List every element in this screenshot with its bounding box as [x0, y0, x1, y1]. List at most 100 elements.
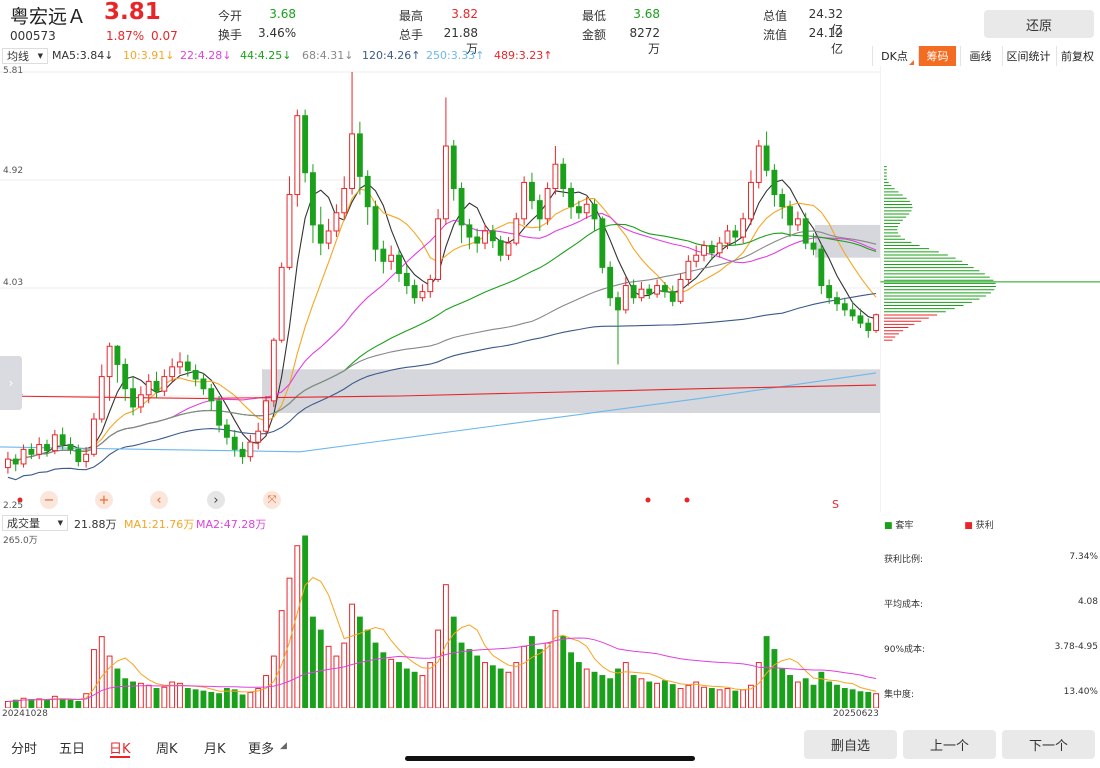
ma-selector[interactable]: 均线 ▼ [2, 48, 48, 64]
chips-button[interactable]: 筹码 [918, 46, 956, 66]
volume-bar [372, 642, 379, 708]
volume-bar [794, 681, 801, 708]
chip-stat-value: 4.08 [1077, 597, 1098, 607]
period-tab[interactable]: 日K [109, 738, 131, 757]
volume-bar [364, 629, 371, 708]
scroll-right-button[interactable]: › [207, 491, 225, 509]
chip-stat-row: 获利比例: 7.34% [884, 552, 1100, 565]
period-tab[interactable]: 分时 [11, 738, 37, 757]
period-tab[interactable]: 更多 [248, 738, 274, 757]
next-stock-button[interactable]: 下一个 [1002, 730, 1095, 759]
volume-bar [450, 616, 457, 708]
side-tab-handle[interactable]: › [0, 356, 22, 410]
change-amount: 0.07 [151, 29, 178, 43]
period-tab[interactable]: 周K [156, 738, 178, 757]
volume-bar [779, 668, 786, 708]
volume-bar [122, 678, 129, 708]
volume-bar [145, 684, 152, 708]
side-legend: ■ 套牢 ■ 获利 [884, 518, 994, 531]
candlestick-chart[interactable] [0, 66, 880, 512]
period-tab[interactable]: 月K [204, 738, 226, 757]
range-stats-button[interactable]: 区间统计 [1002, 46, 1054, 66]
remove-watchlist-button[interactable]: 删自选 [804, 730, 897, 759]
stat-label: 最高 [399, 9, 424, 23]
candle [599, 216, 606, 274]
volume-bar [482, 662, 488, 708]
volume-bar [411, 671, 418, 708]
volume-bar [192, 689, 199, 708]
candle [544, 182, 551, 225]
volume-bar [521, 645, 528, 708]
profit-legend-swatch: ■ [964, 521, 973, 531]
zoom-in-button[interactable]: + [95, 491, 113, 509]
volume-bar [857, 691, 864, 708]
profit-legend: 获利 [975, 521, 994, 531]
volume-bar [51, 695, 58, 708]
collapse-icon: ⤧ [267, 493, 277, 506]
chevron-right-icon: › [213, 492, 219, 508]
volume-bar [106, 655, 113, 708]
chevron-left-icon: ‹ [156, 492, 162, 508]
signal-dot [684, 497, 690, 503]
period-tab[interactable]: 五日 [59, 738, 85, 757]
candle [263, 396, 269, 435]
chart-background [0, 66, 880, 512]
volume-bar [513, 662, 520, 708]
stat-label: 今开 [218, 9, 243, 23]
stock-detail-screen: 粤宏远Ａ 3.81 000573 1.87% 0.07 今开 3.68 最高 3.82… [0, 0, 1100, 768]
ma-value: 44:4.25↓ [240, 49, 292, 62]
volume-bar [529, 636, 535, 708]
volume-bar [724, 688, 731, 708]
volume-bar [630, 675, 637, 708]
volume-bar [458, 642, 465, 708]
volume-bar [44, 699, 50, 708]
ma-value: 22:4.28↓ [180, 49, 232, 62]
corner-triangle-icon [909, 60, 914, 65]
current-price: 3.81 [104, 0, 161, 25]
scroll-left-button[interactable]: ‹ [150, 491, 168, 509]
volume-bar [677, 688, 684, 708]
stat-value: 3.68 [269, 7, 296, 21]
restore-button[interactable]: 还原 [984, 10, 1094, 38]
volume-selector[interactable]: 成交量 ▼ [2, 515, 68, 531]
volume-bar [607, 678, 614, 708]
volume-bar [419, 675, 426, 708]
volume-selector-label: 成交量 [7, 517, 40, 530]
previous-stock-button[interactable]: 上一个 [903, 730, 996, 759]
volume-chart[interactable] [0, 532, 880, 708]
chip-stat-row: 集中度: 13.40% [884, 687, 1100, 700]
stat-label: 流值 [763, 28, 788, 42]
draw-line-button[interactable]: 画线 [960, 46, 1000, 66]
volume-bar [28, 699, 35, 708]
stat-label: 总值 [763, 9, 788, 23]
volume-bar [497, 668, 504, 708]
chip-distribution [880, 66, 1100, 512]
volume-bar [536, 649, 543, 708]
volume-bar [701, 686, 707, 708]
stock-code: 000573 [10, 29, 56, 43]
volume-bar [67, 699, 74, 708]
volume-bar [583, 668, 590, 708]
caret-down-icon: ▼ [57, 519, 63, 527]
forward-adjust-button[interactable]: 前复权 [1056, 46, 1098, 66]
stat-value: 3.82 [451, 7, 478, 21]
sell-marker: S [832, 498, 839, 511]
volume-bar [333, 655, 340, 708]
volume-bar [302, 535, 309, 708]
trapped-legend: 套牢 [895, 521, 914, 531]
expand-corner-icon: ◢ [280, 741, 287, 751]
volume-bar [873, 693, 880, 708]
volume-bar [239, 694, 246, 708]
chip-stat-label: 90%成本: [884, 645, 926, 655]
start-date-label: 20241028 [2, 709, 48, 719]
volume-bar [310, 616, 316, 708]
zoom-out-button[interactable]: − [40, 491, 58, 509]
support-zone [262, 369, 880, 413]
dk-point-button[interactable]: DK点 [872, 46, 916, 66]
volume-bar [216, 693, 223, 708]
chip-stat-value: 3.78-4.95 [1054, 642, 1098, 652]
collapse-button[interactable]: ⤧ [263, 491, 281, 509]
volume-bar [75, 701, 82, 708]
volume-bar [388, 658, 395, 708]
volume-bar [575, 662, 582, 708]
